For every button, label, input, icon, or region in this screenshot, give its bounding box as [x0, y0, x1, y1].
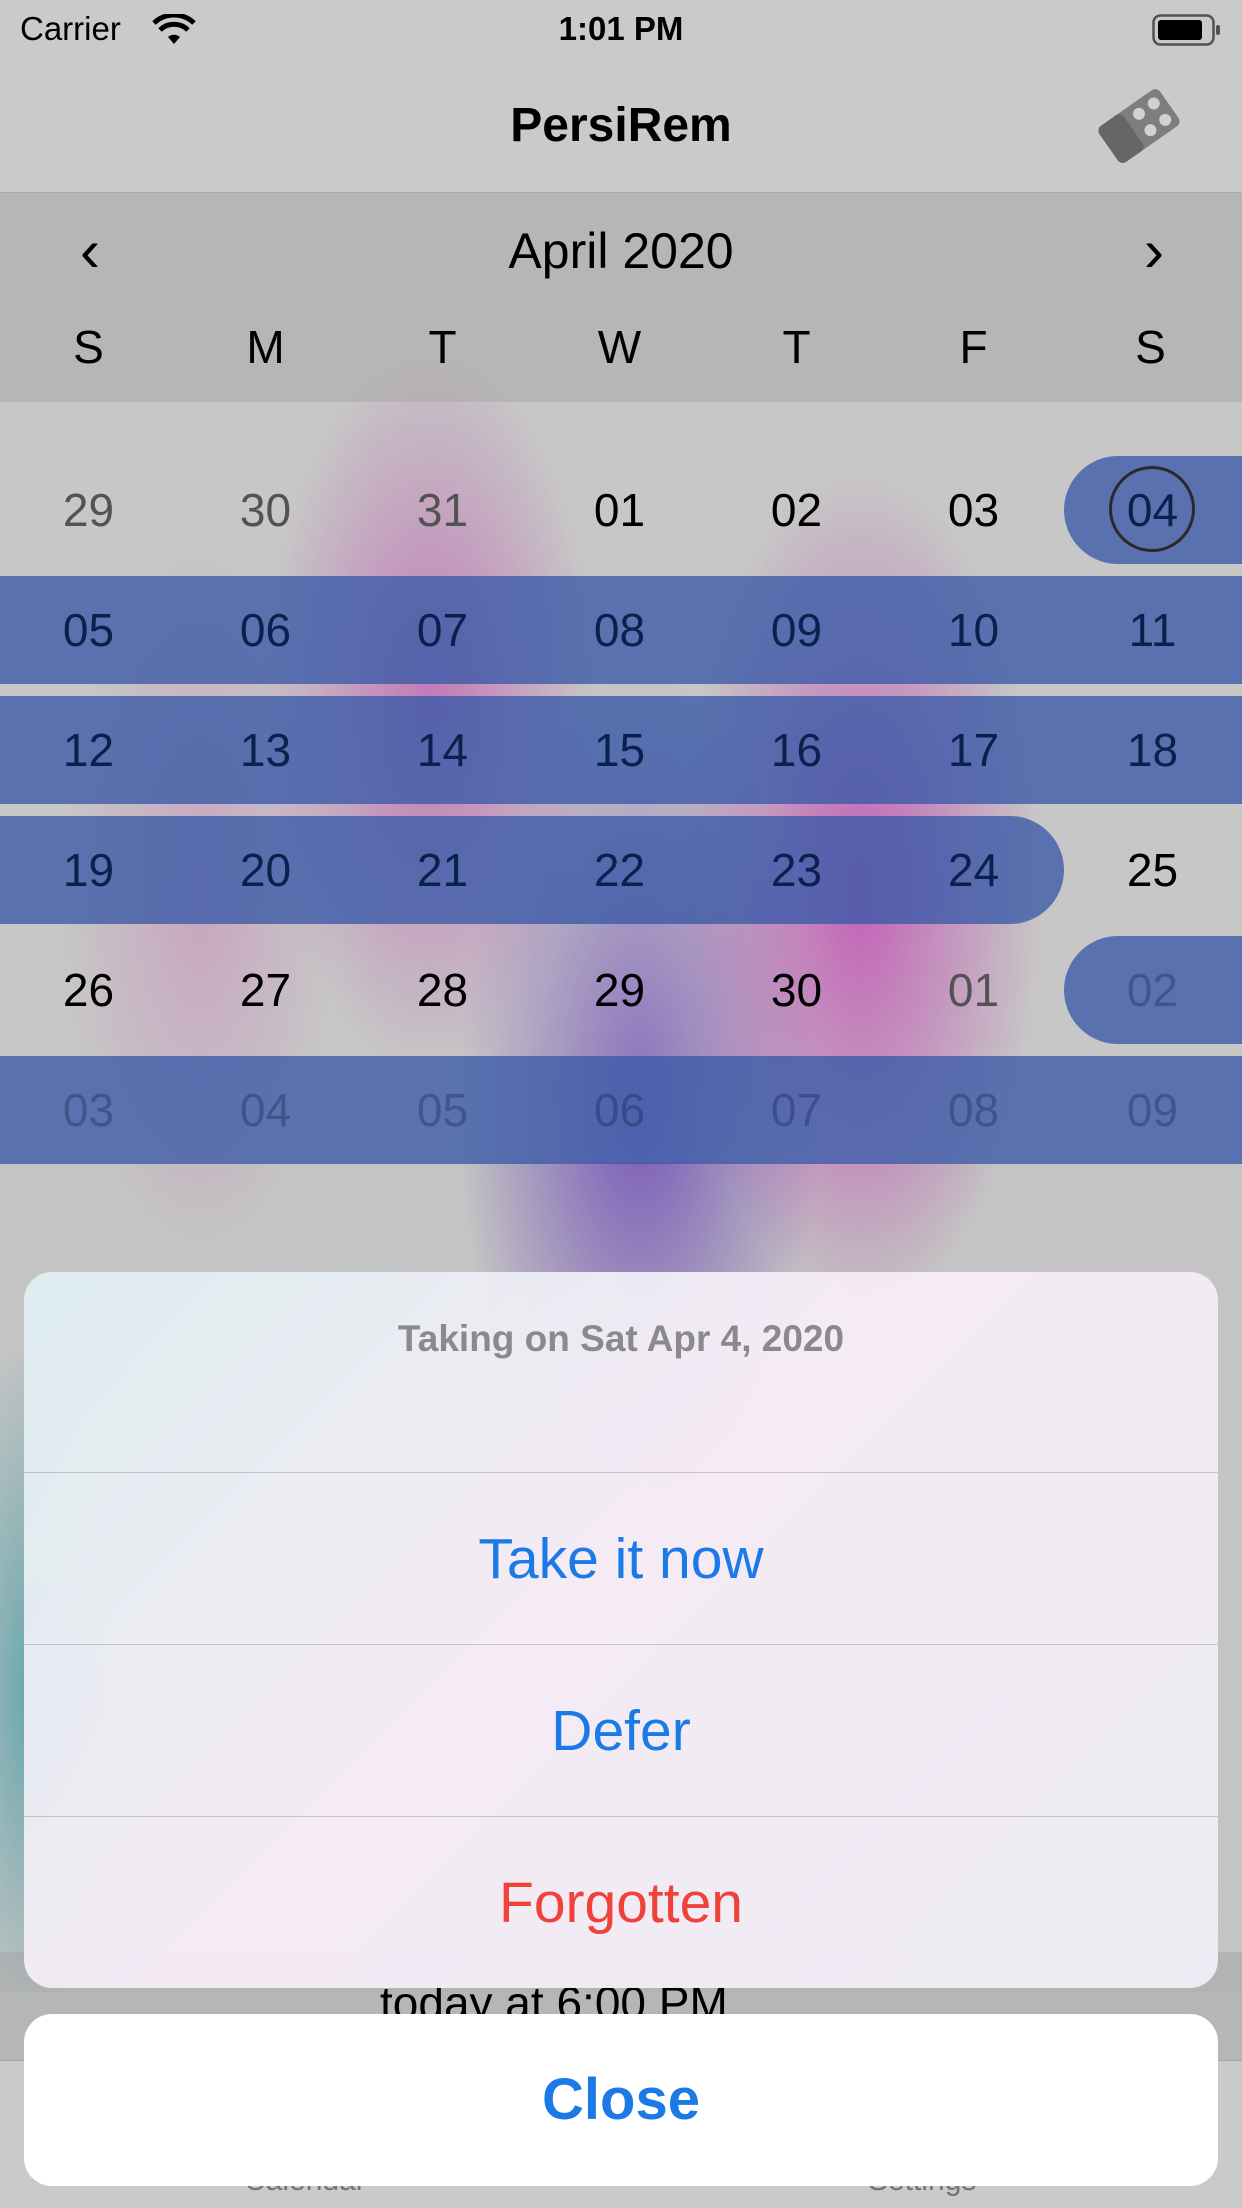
- forgotten-button[interactable]: Forgotten: [24, 1816, 1218, 1988]
- defer-button[interactable]: Defer: [24, 1644, 1218, 1816]
- take-it-now-button[interactable]: Take it now: [24, 1472, 1218, 1644]
- action-sheet: Taking on Sat Apr 4, 2020 Take it now De…: [24, 1272, 1218, 1988]
- close-button[interactable]: Close: [24, 2014, 1218, 2186]
- action-sheet-title: Taking on Sat Apr 4, 2020: [397, 1318, 845, 1359]
